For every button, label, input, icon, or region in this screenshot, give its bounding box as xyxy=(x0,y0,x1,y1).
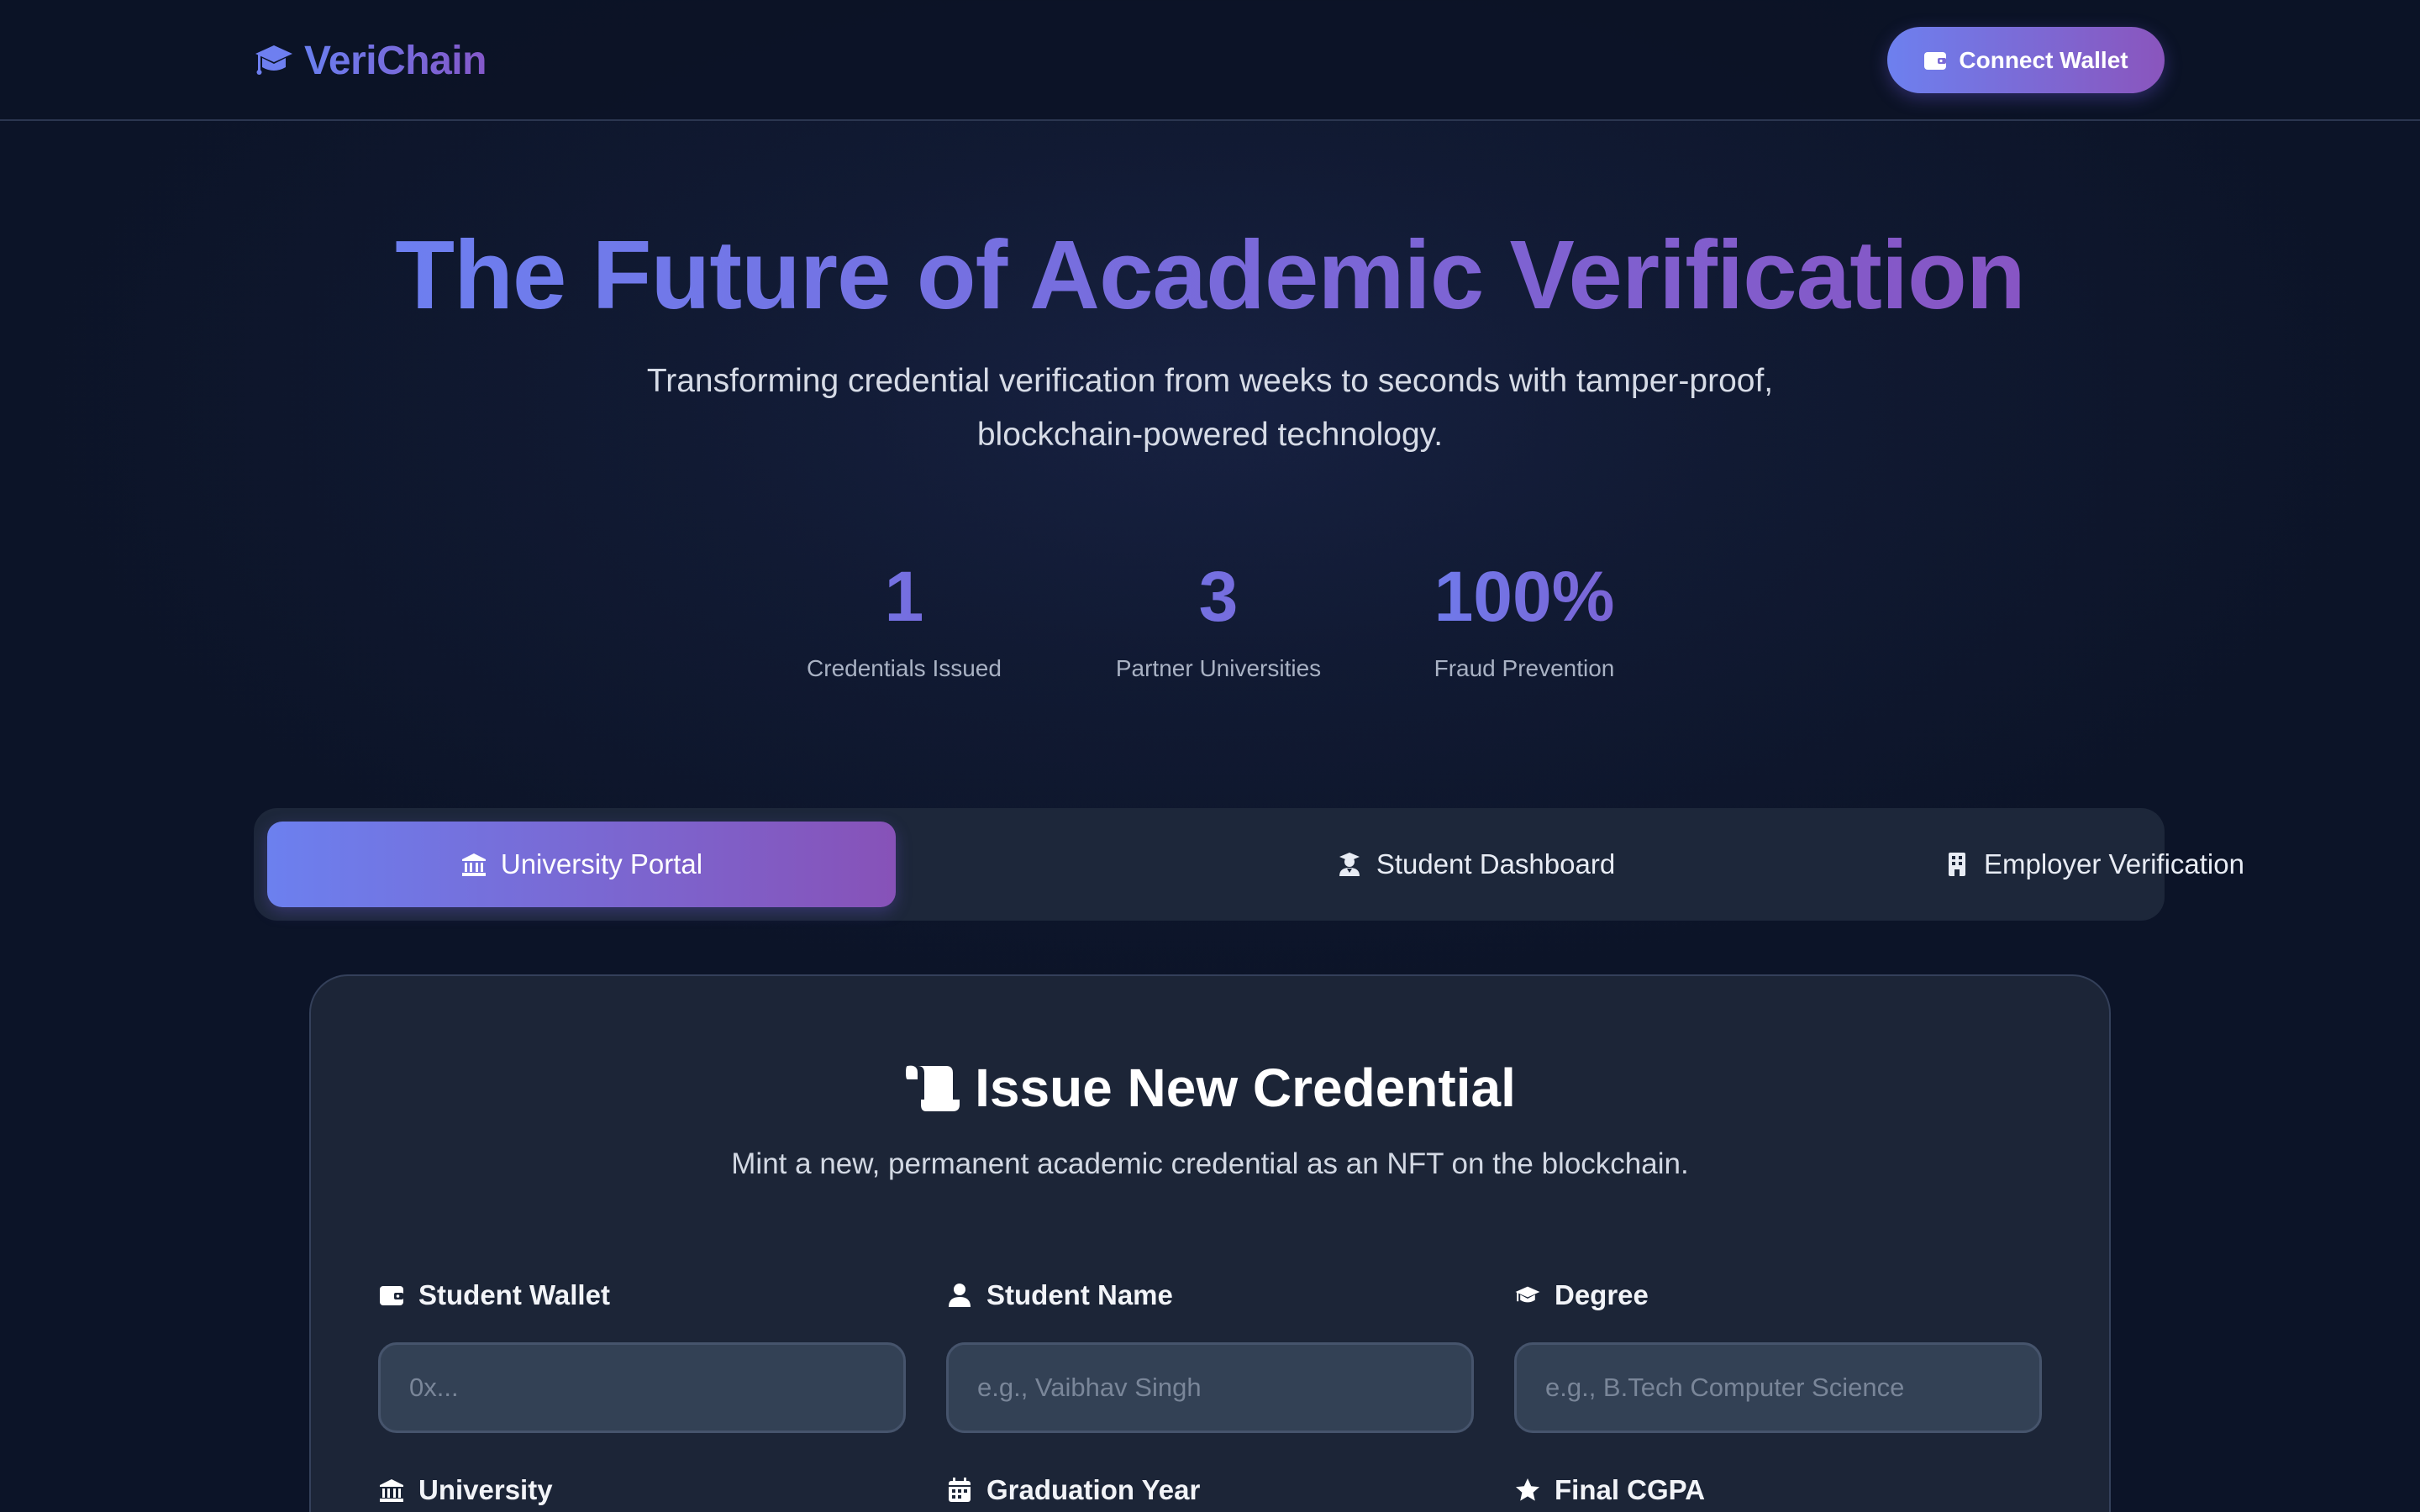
field-graduation-year: Graduation Year xyxy=(946,1472,1200,1509)
portal-tabs: University Portal Student Dashboard Empl… xyxy=(254,808,2244,921)
user-icon xyxy=(949,1284,971,1307)
top-navbar: VeriChain Connect Wallet xyxy=(0,0,2420,121)
field-label: Student Wallet xyxy=(378,1277,906,1314)
field-student-name: Student Name xyxy=(946,1277,1474,1433)
brand-logo[interactable]: VeriChain xyxy=(254,34,487,87)
tab-student-dashboard[interactable]: Student Dashboard xyxy=(1307,822,1644,907)
stat-label: Fraud Prevention xyxy=(1434,655,1615,681)
university-icon xyxy=(380,1479,403,1502)
connect-wallet-label: Connect Wallet xyxy=(1959,46,2128,73)
stat-value: 1 xyxy=(770,554,1039,638)
tab-employer-verification[interactable]: Employer Verification xyxy=(1918,822,2270,907)
star-icon xyxy=(1516,1478,1539,1501)
tab-label: Student Dashboard xyxy=(1376,848,1616,879)
stat-fraud-prevention: 100% Fraud Prevention xyxy=(1390,554,1659,682)
issue-credential-card: Issue New Credential Mint a new, permane… xyxy=(309,974,2111,1512)
student-name-input[interactable] xyxy=(946,1342,1474,1433)
field-degree: Degree xyxy=(1514,1277,2042,1433)
graduation-cap-icon xyxy=(255,45,292,75)
stat-value: 3 xyxy=(1084,554,1353,638)
field-label: Student Name xyxy=(946,1277,1474,1314)
card-title: Issue New Credential xyxy=(311,1057,2109,1119)
stat-partner-universities: 3 Partner Universities xyxy=(1084,554,1353,682)
hero-subtitle: Transforming credential verification fro… xyxy=(646,363,1774,453)
field-label: University xyxy=(378,1472,553,1509)
wallet-icon xyxy=(380,1286,403,1305)
graduation-cap-icon xyxy=(1515,1286,1540,1303)
field-university: University xyxy=(378,1472,553,1509)
brand-name: VeriChain xyxy=(304,38,487,83)
stat-value: 100% xyxy=(1390,554,1659,638)
wallet-icon xyxy=(1924,51,1947,70)
degree-input[interactable] xyxy=(1514,1342,2042,1433)
building-icon xyxy=(1949,853,1965,876)
student-icon xyxy=(1339,853,1360,876)
hero-title: The Future of Academic Verification xyxy=(395,220,2026,329)
tab-university-portal[interactable]: University Portal xyxy=(267,822,896,907)
connect-wallet-button[interactable]: Connect Wallet xyxy=(1887,27,2165,93)
student-wallet-input[interactable] xyxy=(378,1342,906,1433)
field-student-wallet: Student Wallet xyxy=(378,1277,906,1433)
field-label: Graduation Year xyxy=(946,1472,1200,1509)
tab-label: Employer Verification xyxy=(1984,848,2244,879)
card-subtitle: Mint a new, permanent academic credentia… xyxy=(731,1147,1689,1180)
scroll-icon xyxy=(906,1065,960,1111)
calendar-icon xyxy=(949,1478,971,1502)
field-label: Final CGPA xyxy=(1514,1472,1705,1509)
university-icon xyxy=(461,853,486,876)
field-final-cgpa: Final CGPA xyxy=(1514,1472,1705,1509)
stat-label: Credentials Issued xyxy=(807,655,1002,681)
tab-label: University Portal xyxy=(500,848,703,879)
stat-label: Partner Universities xyxy=(1115,655,1322,681)
field-label: Degree xyxy=(1514,1277,2042,1314)
stat-credentials-issued: 1 Credentials Issued xyxy=(770,554,1039,682)
